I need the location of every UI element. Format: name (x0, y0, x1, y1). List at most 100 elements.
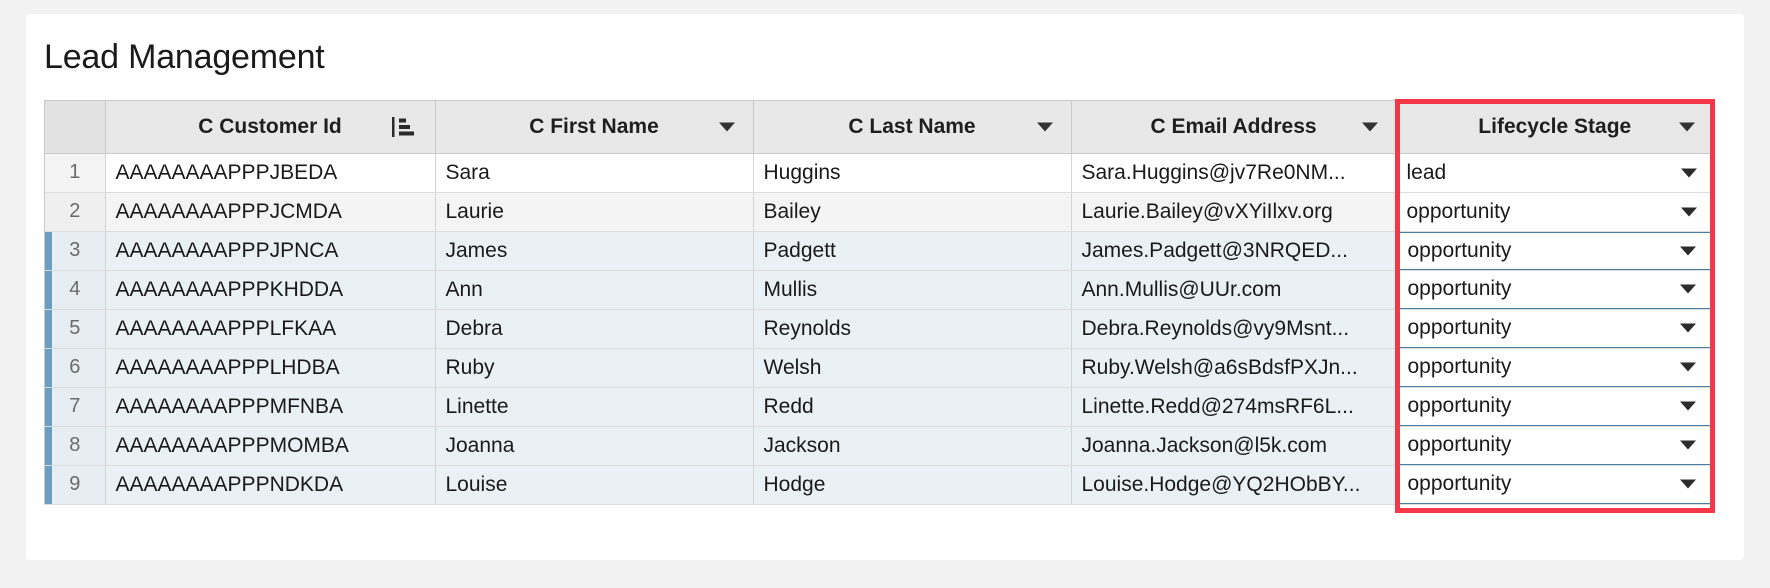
row-selection-indicator (45, 465, 52, 503)
chevron-down-icon[interactable] (1680, 362, 1696, 372)
row-number-label: 1 (69, 161, 81, 183)
lifecycle-stage-dropdown[interactable]: opportunity (1396, 192, 1713, 230)
table-row[interactable]: 4 AAAAAAAAPPPKHDDA Ann Mullis Ann.Mullis@UUr… (45, 270, 1713, 310)
chevron-down-icon[interactable] (1680, 284, 1696, 294)
chevron-down-icon[interactable] (1681, 168, 1697, 177)
table-row[interactable]: 5 AAAAAAAAPPPLFKAA Debra Reynolds Debra.Reyn… (45, 309, 1713, 349)
customer-id-cell[interactable]: AAAAAAAAPPPJBEDA (105, 153, 436, 193)
email-address-cell[interactable]: Linette.Redd@274msRF6L... (1071, 387, 1397, 427)
row-selection-indicator (45, 387, 52, 425)
chevron-down-icon[interactable] (1679, 122, 1695, 132)
table-row[interactable]: 1 AAAAAAAAPPPJBEDA Sara Huggins Sara.Huggins… (45, 153, 1713, 193)
column-header-email-address[interactable]: C Email Address (1071, 101, 1397, 154)
lifecycle-stage-cell[interactable]: opportunity (1396, 270, 1713, 310)
last-name-cell[interactable]: Padgett (753, 231, 1072, 271)
customer-id-cell[interactable]: AAAAAAAAPPPLHDBA (105, 348, 436, 388)
first-name-cell[interactable]: Debra (435, 309, 754, 349)
table-row[interactable]: 8 AAAAAAAAPPPMOMBA Joanna Jackson Joanna.Jac… (45, 426, 1713, 466)
lifecycle-stage-cell[interactable]: opportunity (1396, 348, 1713, 388)
email-address-cell[interactable]: Debra.Reynolds@vy9Msnt... (1071, 309, 1397, 349)
column-header-lifecycle-stage[interactable]: Lifecycle Stage (1396, 101, 1713, 154)
lifecycle-stage-dropdown[interactable]: opportunity (1396, 387, 1713, 425)
row-number-cell[interactable]: 4 (45, 270, 106, 310)
customer-id-cell[interactable]: AAAAAAAAPPPJCMDA (105, 192, 436, 232)
lifecycle-stage-cell[interactable]: opportunity (1396, 231, 1713, 271)
chevron-down-icon[interactable] (1680, 479, 1696, 489)
customer-id-cell[interactable]: AAAAAAAAPPPMOMBA (105, 426, 436, 466)
chevron-down-icon[interactable] (1680, 440, 1696, 450)
chevron-down-icon[interactable] (1681, 207, 1697, 216)
row-number-cell[interactable]: 8 (45, 426, 106, 466)
lifecycle-stage-dropdown[interactable]: opportunity (1396, 426, 1713, 464)
row-number-cell[interactable]: 1 (45, 153, 106, 193)
lifecycle-stage-cell[interactable]: opportunity (1396, 465, 1713, 505)
last-name-cell[interactable]: Redd (753, 387, 1072, 427)
first-name-cell[interactable]: Linette (435, 387, 754, 427)
customer-id-cell[interactable]: AAAAAAAAPPPKHDDA (105, 270, 436, 310)
row-number-label: 4 (69, 278, 81, 300)
chevron-down-icon[interactable] (1036, 122, 1053, 132)
lifecycle-stage-dropdown[interactable]: opportunity (1396, 348, 1713, 386)
email-address-cell[interactable]: Ann.Mullis@UUr.com (1071, 270, 1397, 310)
customer-id-cell[interactable]: AAAAAAAAPPPMFNBA (105, 387, 436, 427)
chevron-down-icon[interactable] (1680, 401, 1696, 411)
first-name-cell[interactable]: James (435, 231, 754, 271)
first-name-cell[interactable]: Ruby (435, 348, 754, 388)
row-number-cell[interactable]: 7 (45, 387, 106, 427)
email-address-cell[interactable]: Ruby.Welsh@a6sBdsfPXJn... (1071, 348, 1397, 388)
column-header-label: C Last Name (848, 114, 976, 138)
customer-id-cell[interactable]: AAAAAAAAPPPJPNCA (105, 231, 436, 271)
table-header: C Customer Id C First Name C Last Name C… (45, 101, 1713, 154)
lifecycle-stage-value: opportunity (1407, 238, 1512, 262)
chevron-down-icon[interactable] (1680, 246, 1696, 255)
column-header-customer-id[interactable]: C Customer Id (105, 101, 436, 154)
row-number-label: 7 (69, 395, 81, 417)
last-name-cell[interactable]: Mullis (753, 270, 1072, 310)
customer-id-cell[interactable]: AAAAAAAAPPPNDKDA (105, 465, 436, 505)
row-number-cell[interactable]: 9 (45, 465, 106, 505)
first-name-cell[interactable]: Ann (435, 270, 754, 310)
chevron-down-icon[interactable] (1680, 323, 1696, 333)
last-name-cell[interactable]: Jackson (753, 426, 1072, 466)
column-header-last-name[interactable]: C Last Name (753, 101, 1072, 154)
lifecycle-stage-cell[interactable]: lead (1396, 153, 1713, 193)
lifecycle-stage-dropdown[interactable]: opportunity (1396, 231, 1713, 269)
row-number-cell[interactable]: 2 (45, 192, 106, 232)
lifecycle-stage-cell[interactable]: opportunity (1396, 387, 1713, 427)
email-address-cell[interactable]: James.Padgett@3NRQED... (1071, 231, 1397, 271)
email-address-cell[interactable]: Sara.Huggins@jv7Re0NM... (1071, 153, 1397, 193)
row-number-cell[interactable]: 3 (45, 231, 106, 271)
chevron-down-icon[interactable] (718, 122, 735, 132)
first-name-cell[interactable]: Sara (435, 153, 754, 193)
lifecycle-stage-dropdown[interactable]: opportunity (1396, 309, 1713, 347)
first-name-cell[interactable]: Joanna (435, 426, 754, 466)
table-row[interactable]: 2 AAAAAAAAPPPJCMDA Laurie Bailey Laurie.Bail… (45, 192, 1713, 232)
row-number-cell[interactable]: 6 (45, 348, 106, 388)
lifecycle-stage-dropdown[interactable]: lead (1396, 153, 1713, 191)
table-row[interactable]: 7 AAAAAAAAPPPMFNBA Linette Redd Linette.Redd… (45, 387, 1713, 427)
lifecycle-stage-dropdown[interactable]: opportunity (1396, 270, 1713, 308)
table-row[interactable]: 3 AAAAAAAAPPPJPNCA James Padgett James.Padge… (45, 231, 1713, 271)
lifecycle-stage-cell[interactable]: opportunity (1396, 309, 1713, 349)
first-name-cell[interactable]: Louise (435, 465, 754, 505)
lifecycle-stage-dropdown[interactable]: opportunity (1396, 465, 1713, 503)
lifecycle-stage-cell[interactable]: opportunity (1396, 426, 1713, 466)
table-row[interactable]: 9 AAAAAAAAPPPNDKDA Louise Hodge Louise.Hodge… (45, 465, 1713, 505)
last-name-cell[interactable]: Reynolds (753, 309, 1072, 349)
email-address-cell[interactable]: Laurie.Bailey@vXYiIlxv.org (1071, 192, 1397, 232)
row-selection-indicator (45, 231, 52, 269)
row-number-cell[interactable]: 5 (45, 309, 106, 349)
column-header-first-name[interactable]: C First Name (435, 101, 754, 154)
last-name-cell[interactable]: Huggins (753, 153, 1072, 193)
last-name-cell[interactable]: Hodge (753, 465, 1072, 505)
sort-ascending-icon[interactable] (391, 116, 415, 138)
first-name-cell[interactable]: Laurie (435, 192, 754, 232)
last-name-cell[interactable]: Bailey (753, 192, 1072, 232)
lifecycle-stage-cell[interactable]: opportunity (1396, 192, 1713, 232)
last-name-cell[interactable]: Welsh (753, 348, 1072, 388)
email-address-cell[interactable]: Louise.Hodge@YQ2HObBY... (1071, 465, 1397, 505)
table-row[interactable]: 6 AAAAAAAAPPPLHDBA Ruby Welsh Ruby.Welsh@a6s… (45, 348, 1713, 388)
email-address-cell[interactable]: Joanna.Jackson@l5k.com (1071, 426, 1397, 466)
chevron-down-icon[interactable] (1361, 122, 1378, 132)
customer-id-cell[interactable]: AAAAAAAAPPPLFKAA (105, 309, 436, 349)
